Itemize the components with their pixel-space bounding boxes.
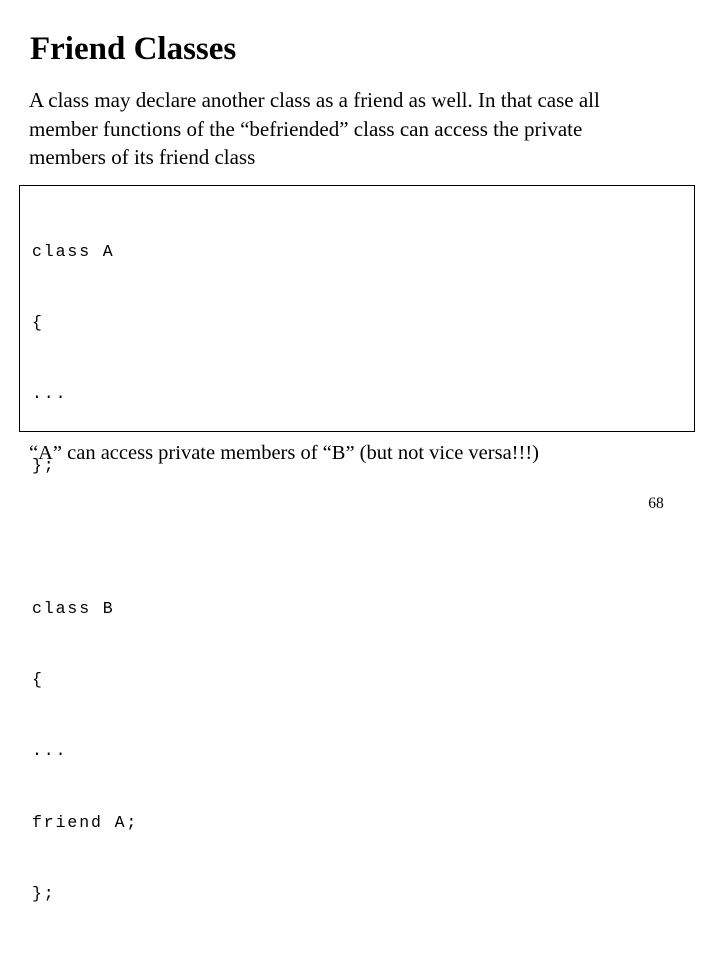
code-line: { (32, 312, 44, 332)
body-line: members of its friend class (29, 145, 256, 169)
code-line: { (32, 669, 44, 689)
body-line: A class may declare another class as a f… (29, 88, 600, 112)
code-line: class B (32, 598, 115, 618)
body-line: member functions of the “befriended” cla… (29, 116, 583, 141)
code-line: ... (32, 384, 68, 404)
slide: Friend Classes A class may declare anoth… (0, 0, 720, 903)
code-listing: class A { ... }; class B { ... friend A;… (32, 192, 138, 954)
page-number: 68 (648, 495, 664, 512)
code-line: }; (32, 884, 56, 904)
code-line: class A (32, 241, 115, 261)
body-paragraph: A class may declare another class as a f… (29, 86, 695, 172)
code-line: ... (32, 741, 68, 761)
code-box: class A { ... }; class B { ... friend A;… (19, 185, 695, 903)
code-caption: “A” can access private members of “B” (b… (29, 442, 539, 464)
page-title: Friend Classes (30, 31, 237, 67)
code-line: friend A; (32, 812, 139, 832)
